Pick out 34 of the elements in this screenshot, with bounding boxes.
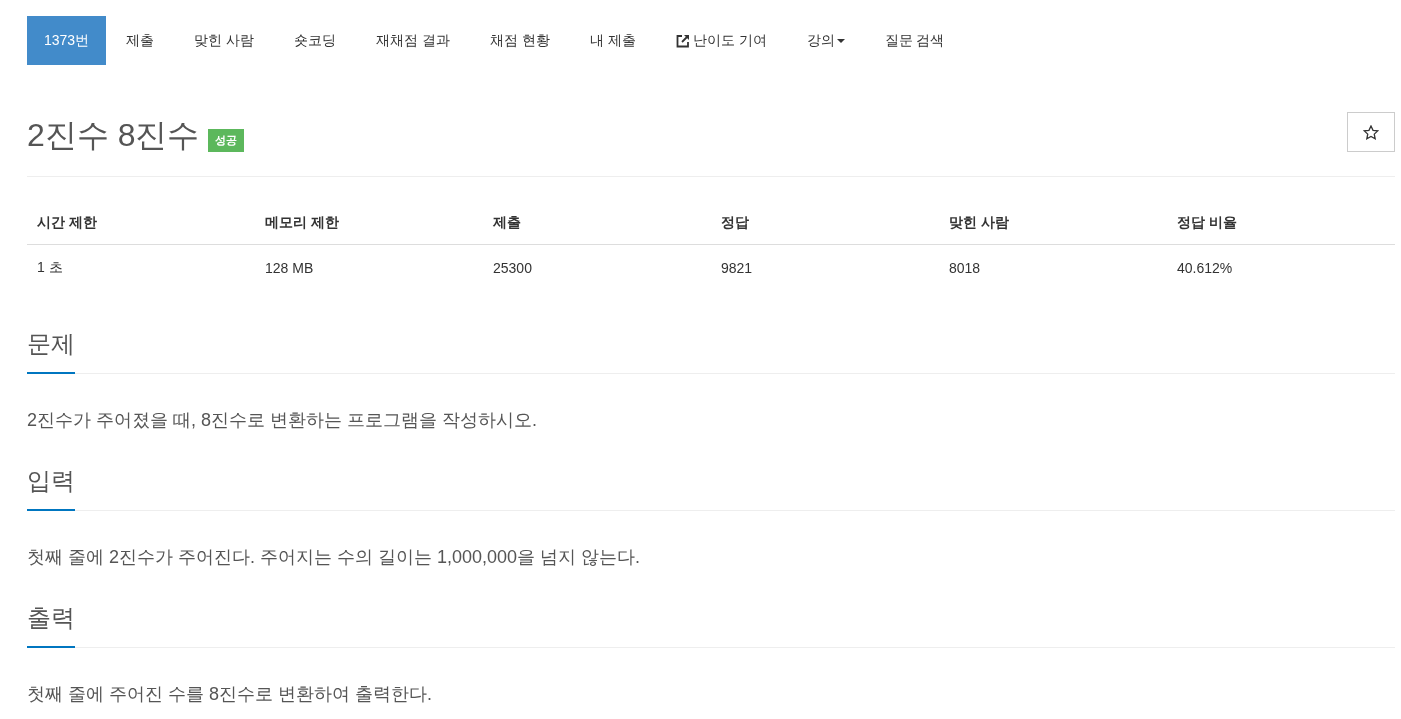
column-header: 제출 [483, 202, 711, 245]
section-heading: 입력 [27, 465, 75, 511]
nav-tab[interactable]: 난이도 기여 [655, 16, 787, 65]
section-text: 첫째 줄에 2진수가 주어진다. 주어지는 수의 길이는 1,000,000을 넘지 않는다. [27, 546, 642, 569]
nav-tab[interactable]: 맞힌 사람 [174, 16, 275, 65]
nav-tab[interactable]: 내 제출 [569, 16, 656, 65]
nav-tab[interactable]: 재채점 결과 [356, 16, 470, 65]
table-cell: 1 초 [27, 244, 255, 291]
table-cell: 40.612% [1167, 244, 1395, 291]
section-heading: 출력 [27, 602, 75, 648]
column-header: 정답 [711, 202, 939, 245]
column-header: 정답 비율 [1167, 202, 1395, 245]
star-icon [1363, 124, 1379, 140]
section-text: 2진수가 주어졌을 때, 8진수로 변환하는 프로그램을 작성하시오. [27, 409, 539, 432]
column-header: 메모리 제한 [255, 202, 483, 245]
table-cell: 9821 [711, 244, 939, 291]
problem-title: 2진수 8진수 [27, 116, 200, 155]
caret-icon [836, 38, 845, 43]
section-text: 첫째 줄에 주어진 수를 8진수로 변환하여 출력한다. [27, 683, 434, 706]
external-link-icon [675, 33, 690, 48]
nav-tab[interactable]: 질문 검색 [864, 16, 965, 65]
table-cell: 8018 [939, 244, 1167, 291]
nav-tab[interactable]: 강의 [786, 16, 865, 65]
column-header: 맞힌 사람 [939, 202, 1167, 245]
nav-tab[interactable]: 채점 현황 [469, 16, 570, 65]
nav-tab[interactable]: 숏코딩 [274, 16, 357, 65]
column-header: 시간 제한 [27, 202, 255, 245]
star-button[interactable] [1347, 112, 1395, 152]
nav-tab[interactable]: 제출 [106, 16, 175, 65]
table-cell: 128 MB [255, 244, 483, 291]
nav-tab[interactable]: 1373번 [27, 16, 107, 65]
result-badge: 성공 [208, 128, 245, 152]
table-cell: 25300 [483, 244, 711, 291]
section-heading: 문제 [27, 328, 75, 374]
